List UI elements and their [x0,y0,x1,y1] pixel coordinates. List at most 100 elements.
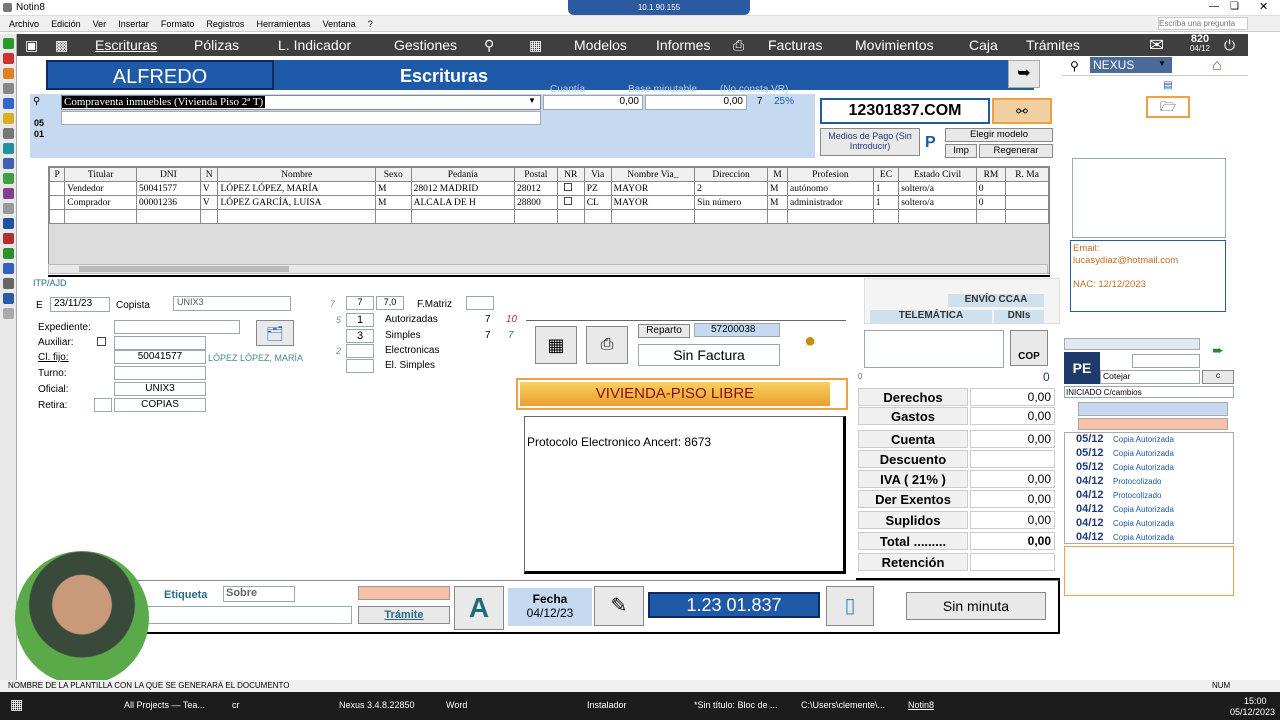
history-item[interactable]: 04/12 Copia Autorizada [1076,517,1216,530]
table-cell[interactable] [556,195,585,210]
taskbar-notin[interactable]: Notin8 [908,700,934,710]
table-cell[interactable]: ALCALA DE H [410,195,516,210]
menu-edicion[interactable]: Edición [51,16,81,32]
nav-tramites[interactable]: Trámites [1026,37,1080,53]
taskbar-cr[interactable]: cr [232,700,240,710]
parties-col-header[interactable]: Estado Civil [898,167,977,182]
folder-button[interactable]: 🗂 [256,320,294,346]
table-cell[interactable] [49,209,66,224]
total-value[interactable]: 0,00 [970,470,1055,488]
tool-icon-red2[interactable] [3,233,14,244]
table-cell[interactable]: Vendedor [64,181,137,196]
total-value[interactable]: 0,00 [970,407,1055,425]
taskbar-nexus[interactable]: Nexus 3.4.8.22850 [339,700,415,710]
help-search-input[interactable] [1158,17,1248,30]
exit-green-button[interactable]: ➨ [1206,342,1230,364]
tramite-select[interactable] [358,586,450,600]
tool-icon-blue2[interactable] [3,158,14,169]
tool-icon-green3[interactable] [3,248,14,259]
table-cell[interactable]: PZ [583,181,612,196]
minimize-icon[interactable]: — [1209,1,1219,12]
turno-field[interactable] [114,366,206,380]
parties-col-header[interactable]: Profesion [787,167,874,182]
table-cell[interactable]: 28012 MADRID [410,181,516,196]
nav-movimientos[interactable]: Movimientos [855,37,934,53]
nav-escrituras[interactable]: Escrituras [95,37,157,53]
parties-col-header[interactable]: Postal [514,167,558,182]
total-value[interactable] [970,553,1055,571]
table-cell[interactable]: V [199,181,219,196]
table-cell[interactable] [556,209,585,224]
table-cell[interactable]: soltero/a [898,181,977,196]
pdf-icon[interactable]: P [925,134,936,152]
table-row[interactable]: Vendedor 50041577 V LÓPEZ LÓPEZ, MARÍA M 2801… [49,181,1049,196]
elegir-modelo-button[interactable]: Elegir modelo [945,128,1053,142]
taskbar-allprojects[interactable]: All Projects — Tea... [124,700,205,710]
parties-col-header[interactable]: Titular [64,167,137,182]
table-cell[interactable]: 50041577 [135,181,201,196]
table-cell[interactable]: 0 [975,195,1007,210]
parties-col-header[interactable]: Sexo [374,167,412,182]
parties-col-header[interactable]: Via [583,167,612,182]
nav-facturas[interactable]: Facturas [768,37,822,53]
envelope-icon[interactable]: ✉ [1149,35,1164,56]
tool-icon-teal[interactable] [3,143,14,154]
table-cell[interactable]: 00001236 [135,195,201,210]
etiqueta-field[interactable] [140,606,352,624]
simples-left[interactable]: 3 [346,329,374,343]
table-cell[interactable] [199,209,219,224]
electronicas-field[interactable] [346,344,374,358]
sobre-select[interactable]: Sobre [223,586,295,602]
table-cell[interactable] [64,209,137,224]
tool-icon-yellow[interactable] [3,113,14,124]
auxiliar-field[interactable] [114,336,206,350]
retira-type-field[interactable] [94,398,112,412]
menu-ventana[interactable]: Ventana [323,16,356,32]
calculator-button[interactable]: ▦ [535,326,577,364]
table-cell[interactable]: 2 [694,181,769,196]
table-cell[interactable] [1005,209,1049,224]
table-cell[interactable]: 1 [872,181,900,196]
taskbar-instalador[interactable]: Instalador [587,700,627,710]
table-cell[interactable]: soltero/a [898,195,977,210]
menu-formato[interactable]: Formato [161,16,195,32]
total-value[interactable]: 0,00 [970,511,1055,529]
tool-icon-red[interactable] [3,53,14,64]
tool-icon-blue5[interactable] [3,293,14,304]
tool-icon-orange[interactable] [3,68,14,79]
table-cell[interactable] [1005,195,1049,210]
nexus-dropdown-arrow[interactable]: ▼ [1158,59,1166,68]
search-icon[interactable]: ⚲ [484,37,494,54]
fmatriz-field[interactable] [466,296,494,310]
search-icon-right[interactable]: ⚲ [1070,59,1079,73]
notes-box-small[interactable] [864,330,1004,368]
table-cell[interactable]: 1 [872,195,900,210]
menu-archivo[interactable]: Archivo [9,16,39,32]
table-cell[interactable]: M [374,181,412,196]
table-cell[interactable] [787,209,874,224]
taskbar-bloc[interactable]: *Sin título: Bloc de ... [694,700,778,710]
telematica-button[interactable]: TELEMÁTICA [870,310,992,323]
nav-caja[interactable]: Caja [969,37,998,53]
nr-checkbox[interactable] [563,183,572,191]
history-item[interactable]: 05/12 Copia Autorizada [1076,433,1216,446]
oficial-field[interactable]: UNIX3 [114,382,206,396]
parties-col-header[interactable]: M [767,167,788,182]
cop-button[interactable]: COP [1010,330,1048,366]
table-cell[interactable] [1005,181,1049,196]
table-cell[interactable]: M [767,181,788,196]
printer-icon[interactable]: ⎙ [733,37,744,54]
retira-field[interactable]: COPIAS [114,398,206,412]
table-cell[interactable] [767,209,788,224]
table-cell[interactable] [410,209,516,224]
history-item[interactable]: 05/12 Copia Autorizada [1076,447,1216,460]
table-cell[interactable]: administrador [787,195,874,210]
power-icon[interactable]: ⏻ [1224,37,1235,54]
table-cell[interactable] [898,209,977,224]
table-cell[interactable] [694,209,769,224]
menu-herramientas[interactable]: Herramientas [256,16,310,32]
print-button[interactable]: ⎙ [586,326,628,364]
tool-icon-green2[interactable] [3,173,14,184]
table-cell[interactable]: V [199,195,219,210]
book-button[interactable]: ▤ [1146,80,1190,94]
